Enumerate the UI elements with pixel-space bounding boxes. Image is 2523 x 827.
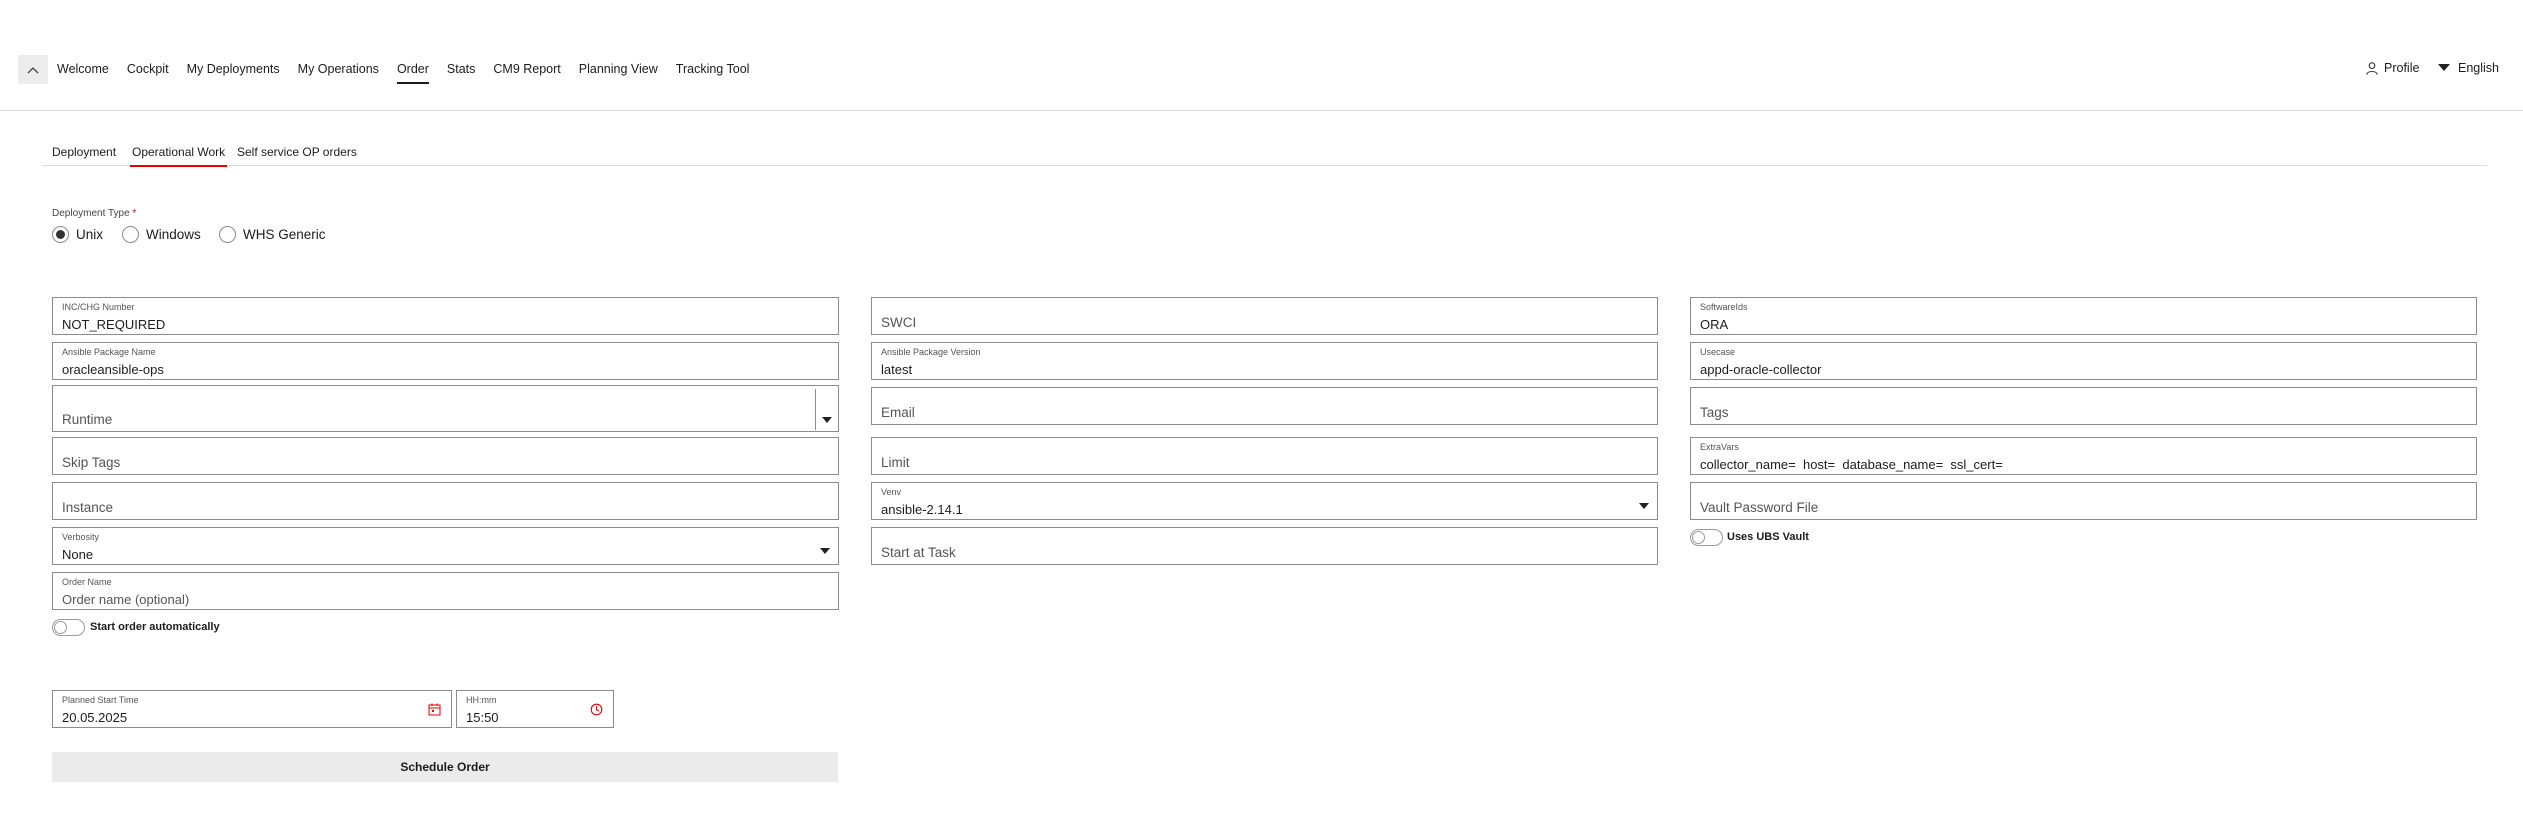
extra-vars-field[interactable]: ExtraVars collector_name= host= database… [1690,437,2477,475]
deployment-type-label: Deployment Type * [52,208,136,219]
profile-button[interactable]: Profile [2366,61,2419,75]
radio-circle-checked [52,226,69,243]
user-icon [2366,61,2378,75]
calendar-icon[interactable] [428,703,441,716]
radio-circle [122,226,139,243]
vault-password-file-placeholder: Vault Password File [1700,500,1819,515]
time-field[interactable]: HH:mm 15:50 [456,690,614,728]
caret-down-icon [1639,503,1649,509]
deployment-type-label-text: Deployment Type [52,208,130,219]
tab-deployment[interactable]: Deployment [50,145,118,160]
extra-vars-label: ExtraVars [1700,442,1739,452]
caret-down-icon [2438,64,2450,71]
nav-my-operations[interactable]: My Operations [298,61,379,84]
clock-icon[interactable] [590,703,603,716]
caret-down-icon [820,548,830,554]
runtime-select[interactable]: Runtime [52,385,839,432]
start-automatically-toggle[interactable] [52,619,85,636]
swci-field[interactable]: SWCI [871,297,1658,335]
usecase-value: appd-oracle-collector [1700,362,1822,377]
verbosity-select[interactable]: Verbosity None [52,527,839,565]
tab-operational-work[interactable]: Operational Work [130,145,228,167]
runtime-placeholder: Runtime [62,412,113,427]
start-at-task-field[interactable]: Start at Task [871,527,1658,565]
profile-label: Profile [2384,61,2420,75]
nav-planning-view[interactable]: Planning View [579,61,658,84]
verbosity-label: Verbosity [62,532,100,542]
start-automatically-label: Start order automatically [90,621,220,633]
ansible-package-version-value: latest [881,362,913,377]
limit-field[interactable]: Limit [871,437,1658,475]
skip-tags-field[interactable]: Skip Tags [52,437,839,475]
language-selector[interactable]: English [2438,61,2499,75]
inc-chg-number-field[interactable]: INC/CHG Number NOT_REQUIRED [52,297,839,335]
nav-my-deployments[interactable]: My Deployments [187,61,280,84]
extra-vars-value: collector_name= host= database_name= ssl… [1700,457,2003,472]
vault-password-file-field[interactable]: Vault Password File [1690,482,2477,520]
nav-cockpit[interactable]: Cockpit [127,61,169,84]
subtabs: Deployment Operational Work Self service… [42,142,2487,167]
limit-placeholder: Limit [881,455,910,470]
start-at-task-placeholder: Start at Task [881,545,956,560]
radio-circle [219,226,236,243]
required-marker: * [132,208,137,219]
radio-unix[interactable]: Unix [52,226,103,243]
ansible-package-version-label: Ansible Package Version [881,347,981,357]
planned-start-time-label: Planned Start Time [62,695,139,705]
inc-chg-number-label: INC/CHG Number [62,302,135,312]
software-ids-value: ORA [1700,317,1729,332]
planned-start-time-field[interactable]: Planned Start Time 20.05.2025 [52,690,452,728]
time-label: HH:mm [466,695,497,705]
uses-ubs-vault-label: Uses UBS Vault [1727,531,1809,543]
email-field[interactable]: Email [871,387,1658,425]
tags-placeholder: Tags [1700,405,1729,420]
order-name-placeholder: Order name (optional) [62,592,190,607]
ansible-package-version-field[interactable]: Ansible Package Version latest [871,342,1658,380]
radio-windows[interactable]: Windows [122,226,201,243]
radio-unix-label: Unix [76,227,104,242]
software-ids-field[interactable]: SoftwareIds ORA [1690,297,2477,335]
dropdown-separator [815,389,816,430]
nav-stats[interactable]: Stats [447,61,476,84]
venv-label: Venv [881,487,902,497]
nav-cm9-report[interactable]: CM9 Report [493,61,560,84]
tab-self-service-op-orders[interactable]: Self service OP orders [235,145,359,160]
nav-welcome[interactable]: Welcome [57,61,109,84]
collapse-menu-button[interactable] [18,55,48,84]
ansible-package-name-field[interactable]: Ansible Package Name oracleansible-ops [52,342,839,380]
skip-tags-placeholder: Skip Tags [62,455,121,470]
top-navigation-bar: Welcome Cockpit My Deployments My Operat… [0,0,2523,111]
language-label: English [2458,61,2499,75]
venv-value: ansible-2.14.1 [881,502,963,517]
ansible-package-name-value: oracleansible-ops [62,362,164,377]
instance-placeholder: Instance [62,500,114,515]
schedule-order-button[interactable]: Schedule Order [52,752,838,782]
nav-order[interactable]: Order [396,61,429,84]
venv-select[interactable]: Venv ansible-2.14.1 [871,482,1658,520]
uses-ubs-vault-toggle[interactable] [1690,529,1723,546]
main-nav: Welcome Cockpit My Deployments My Operat… [57,61,767,84]
tags-field[interactable]: Tags [1690,387,2477,425]
usecase-field[interactable]: Usecase appd-oracle-collector [1690,342,2477,380]
software-ids-label: SoftwareIds [1700,302,1748,312]
radio-whs-generic-label: WHS Generic [243,227,326,242]
verbosity-value: None [62,547,94,562]
instance-field[interactable]: Instance [52,482,839,520]
radio-whs-generic[interactable]: WHS Generic [219,226,326,243]
planned-start-time-value: 20.05.2025 [62,710,128,725]
email-placeholder: Email [881,405,915,420]
usecase-label: Usecase [1700,347,1736,357]
swci-placeholder: SWCI [881,315,917,330]
caret-down-icon [822,417,832,423]
time-value: 15:50 [466,710,499,725]
radio-windows-label: Windows [146,227,201,242]
chevron-up-icon [27,66,39,73]
nav-tracking-tool[interactable]: Tracking Tool [676,61,750,84]
order-name-field[interactable]: Order Name Order name (optional) [52,572,839,610]
inc-chg-number-value: NOT_REQUIRED [62,317,166,332]
ansible-package-name-label: Ansible Package Name [62,347,156,357]
order-name-label: Order Name [62,577,112,587]
